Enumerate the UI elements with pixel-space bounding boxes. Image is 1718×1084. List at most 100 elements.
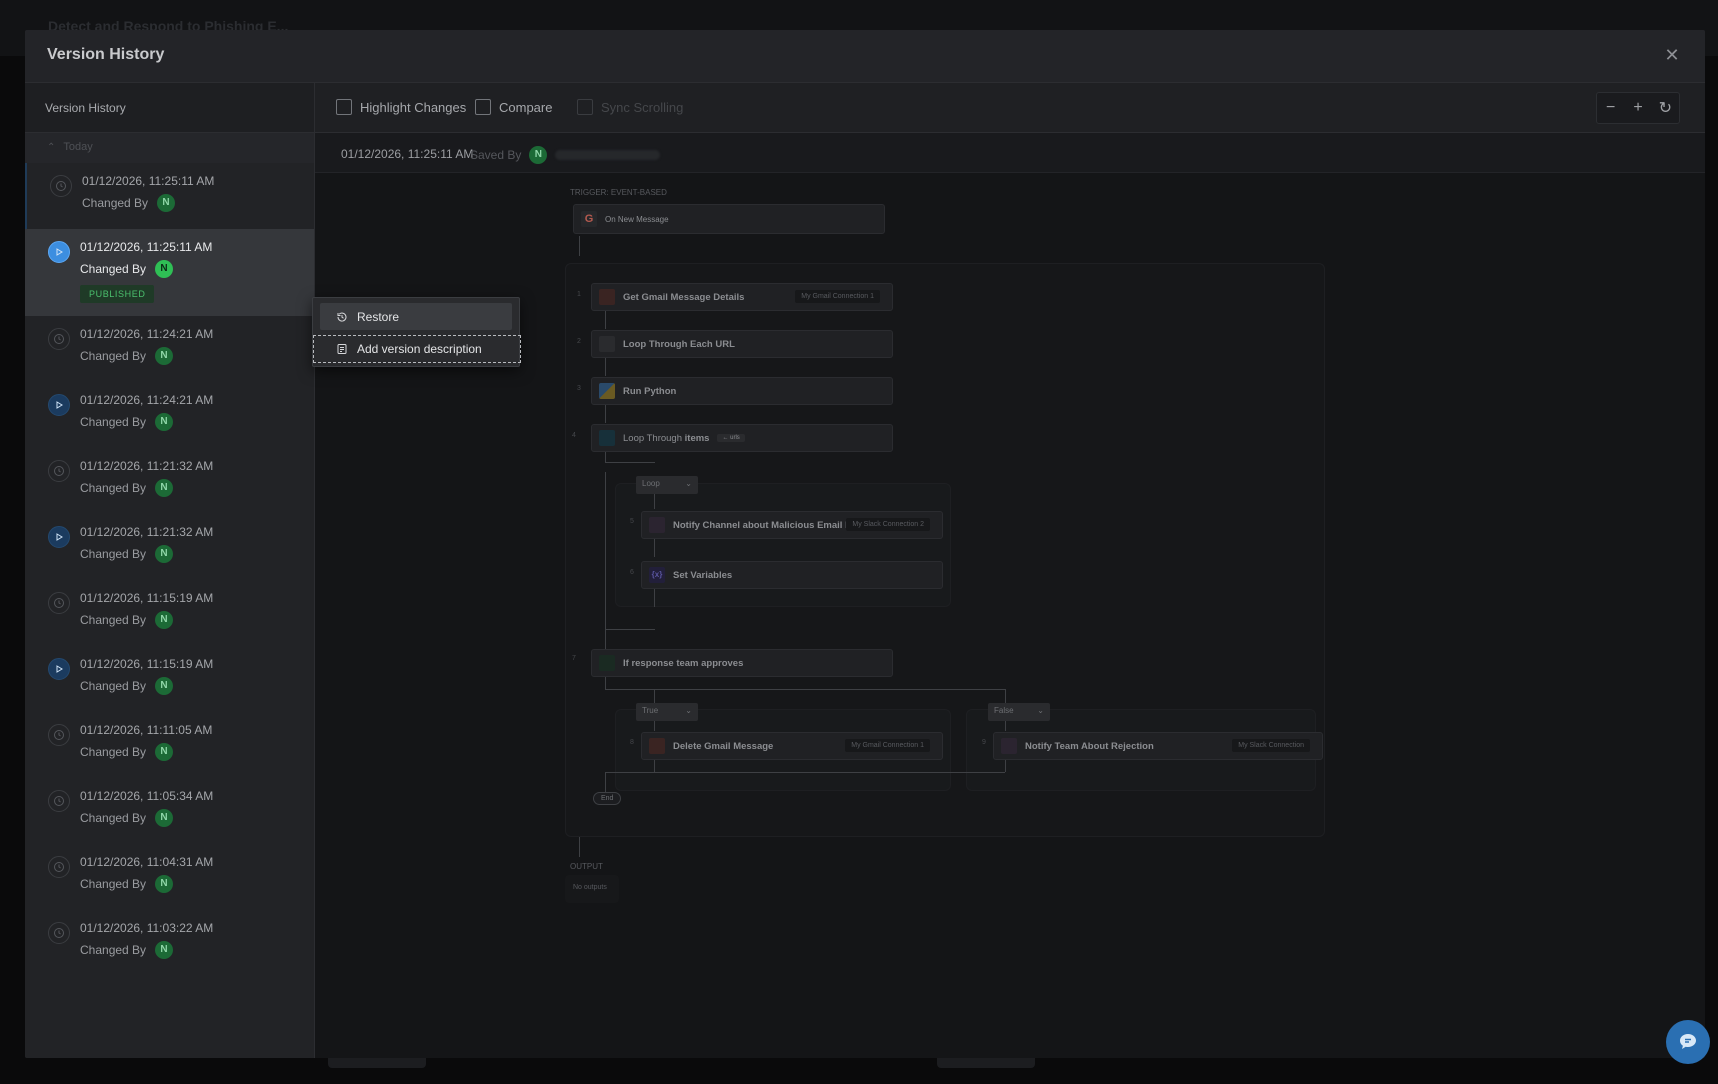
highlight-changes-checkbox[interactable]: Highlight Changes [336, 99, 466, 115]
published-version-icon [48, 394, 70, 416]
published-badge: PUBLISHED [80, 285, 155, 303]
step-run-python[interactable]: Run Python [591, 377, 893, 405]
version-item[interactable]: 01/12/2026, 11:15:19 AM Changed By N [25, 580, 314, 646]
version-context-menu: Restore Add version description [312, 297, 521, 367]
changed-by: Changed By N [80, 545, 314, 563]
changed-by: Changed By N [80, 479, 314, 497]
changed-by: Changed By N [80, 347, 314, 365]
close-icon[interactable]: ✕ [1661, 44, 1683, 66]
version-date: 01/12/2026, 11:05:34 AM [80, 789, 214, 803]
avatar: N [157, 194, 176, 212]
version-date: 01/12/2026, 11:25:11 AM [80, 240, 213, 254]
chat-icon [1680, 1034, 1696, 1049]
version-info-bar: 01/12/2026, 11:25:11 AM Saved By N [315, 133, 1705, 173]
step-notify-channel[interactable]: Notify Channel about Malicious Email Fin… [641, 511, 943, 539]
step-get-gmail-message-details[interactable]: Get Gmail Message Details My Gmail Conne… [591, 283, 893, 311]
changed-by: Changed By N [80, 260, 314, 278]
zoom-out-icon[interactable]: − [1600, 99, 1622, 117]
changed-by: Changed By N [82, 194, 314, 212]
avatar: N [155, 347, 174, 365]
slack-icon [649, 517, 665, 533]
false-dropdown[interactable]: False ⌄ [988, 703, 1050, 721]
restore-icon [337, 312, 347, 322]
chevron-down-icon: ⌄ [685, 479, 692, 488]
version-item[interactable]: 01/12/2026, 11:03:22 AM Changed By N [25, 910, 314, 976]
modal-header: Version History ✕ [25, 30, 1705, 83]
version-list: 01/12/2026, 11:25:11 AM Changed By N 01/12/… [25, 163, 314, 976]
workflow-canvas[interactable]: TRIGGER: EVENT-BASED G On New Message 1 … [315, 173, 1705, 1058]
version-date: 01/12/2026, 11:21:32 AM [80, 459, 214, 473]
toolbar: Highlight Changes Compare Sync Scrolling… [315, 83, 1705, 133]
avatar: N [155, 413, 174, 431]
step-loop-items[interactable]: Loop Through items ← urls [591, 424, 893, 452]
version-item[interactable]: 01/12/2026, 11:21:32 AM Changed By N [25, 514, 314, 580]
avatar: N [155, 260, 174, 278]
version-item[interactable]: 01/12/2026, 11:11:05 AM Changed By N [25, 712, 314, 778]
main-panel: Highlight Changes Compare Sync Scrolling… [315, 83, 1705, 1058]
avatar: N [155, 545, 174, 563]
changed-by: Changed By N [80, 677, 314, 695]
published-version-icon [48, 658, 70, 680]
changed-by: Changed By N [80, 809, 314, 827]
avatar: N [155, 611, 174, 629]
version-history-modal: Version History ✕ Version History ⌃ Today… [25, 30, 1705, 1058]
zoom-in-icon[interactable]: + [1627, 99, 1649, 117]
step-if-response-team-approves[interactable]: If response team approves [591, 649, 893, 677]
sync-scrolling-checkbox: Sync Scrolling [577, 99, 683, 115]
branch-icon [599, 655, 615, 671]
step-loop-each-url[interactable]: Loop Through Each URL [591, 330, 893, 358]
version-item[interactable]: 01/12/2026, 11:05:34 AM Changed By N [25, 778, 314, 844]
group-today[interactable]: ⌃ Today [25, 133, 314, 163]
version-item[interactable]: 01/12/2026, 11:04:31 AM Changed By N [25, 844, 314, 910]
compare-checkbox[interactable]: Compare [475, 99, 552, 115]
loop-dropdown[interactable]: Loop ⌄ [636, 476, 698, 494]
true-dropdown[interactable]: True ⌄ [636, 703, 698, 721]
connection-badge: My Slack Connection 2 [846, 518, 930, 531]
chevron-down-icon: ⌄ [1037, 706, 1044, 715]
avatar: N [155, 479, 174, 497]
chevron-down-icon: ⌄ [685, 706, 692, 715]
add-version-description-menu-item[interactable]: Add version description [313, 335, 521, 363]
version-item[interactable]: 01/12/2026, 11:25:11 AM Changed By N [25, 163, 314, 229]
version-date: 01/12/2026, 11:03:22 AM [80, 921, 214, 935]
note-icon [337, 344, 347, 354]
version-item[interactable]: 01/12/2026, 11:24:21 AM Changed By N [25, 382, 314, 448]
checkbox-box [577, 99, 593, 115]
clock-icon [48, 592, 70, 614]
step-notify-team-about-rejection[interactable]: Notify Team About Rejection My Slack Con… [993, 732, 1323, 760]
step-set-variables[interactable]: {x} Set Variables [641, 561, 943, 589]
restore-menu-item[interactable]: Restore [320, 303, 512, 330]
chevron-up-icon: ⌃ [47, 142, 56, 153]
zoom-controls: − + ↻ [1596, 92, 1680, 124]
avatar: N [155, 875, 174, 893]
sidebar-header: Version History [25, 83, 314, 133]
version-date: 01/12/2026, 11:04:31 AM [80, 855, 214, 869]
version-item[interactable]: 01/12/2026, 11:21:32 AM Changed By N [25, 448, 314, 514]
published-version-icon [48, 526, 70, 548]
version-date: 01/12/2026, 11:15:19 AM [80, 591, 214, 605]
version-item[interactable]: 01/12/2026, 11:15:19 AM Changed By N [25, 646, 314, 712]
version-date: 01/12/2026, 11:24:21 AM [80, 393, 214, 407]
trigger-node[interactable]: G On New Message [573, 204, 885, 234]
gmail-icon [599, 289, 615, 305]
end-node: End [593, 792, 622, 805]
clock-icon [48, 328, 70, 350]
avatar: N [155, 809, 174, 827]
version-timestamp: 01/12/2026, 11:25:11 AM [341, 147, 474, 161]
google-icon: G [581, 211, 597, 227]
checkbox-box [336, 99, 352, 115]
clock-icon [48, 460, 70, 482]
clock-icon [48, 790, 70, 812]
chat-support-button[interactable] [1666, 1020, 1710, 1064]
version-item[interactable]: 01/12/2026, 11:25:11 AM Changed By N PUBLIS… [25, 229, 314, 316]
checkbox-box [475, 99, 491, 115]
changed-by: Changed By N [80, 743, 314, 761]
redacted-email [555, 150, 661, 160]
avatar: N [155, 941, 174, 959]
changed-by: Changed By N [80, 941, 314, 959]
step-delete-gmail-message[interactable]: Delete Gmail Message My Gmail Connection… [641, 732, 943, 760]
slack-icon [1001, 738, 1017, 754]
connection-badge: My Slack Connection [1232, 739, 1310, 752]
reset-zoom-icon[interactable]: ↻ [1654, 98, 1676, 118]
version-item[interactable]: 01/12/2026, 11:24:21 AM Changed By N [25, 316, 314, 382]
